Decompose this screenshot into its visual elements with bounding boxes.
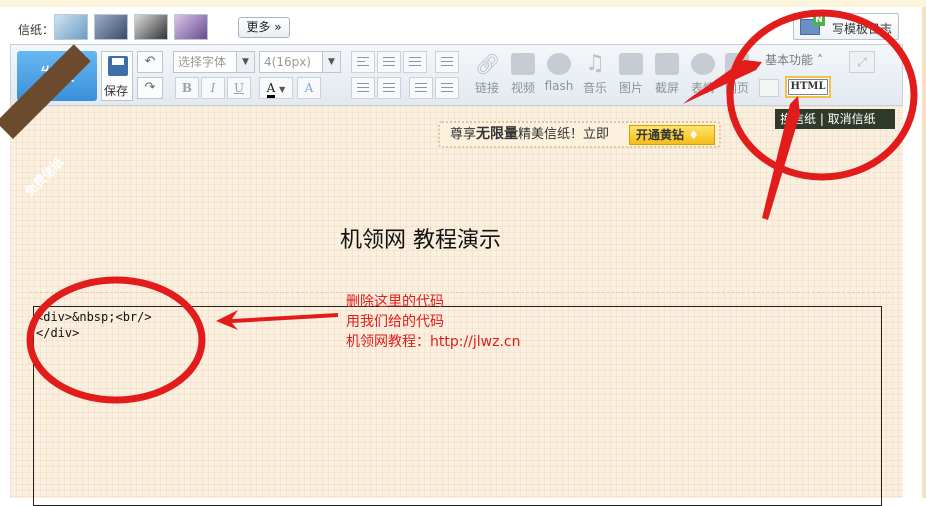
link-tool[interactable]: 🔗︎ 链接 xyxy=(469,51,505,103)
align-center-button[interactable] xyxy=(377,51,401,73)
editor-toolbar: 发表 保存 ↶ ↷ 选择字体 ▼ 4(16px) ▼ B I U A ▼ A xyxy=(10,44,903,106)
justify-button[interactable] xyxy=(435,51,459,73)
annotation-line: 删除这里的代码 xyxy=(346,294,444,310)
chevron-down-icon: ▼ xyxy=(236,52,254,72)
screenshot-tool[interactable]: 截屏 xyxy=(649,51,685,103)
font-color-label: A xyxy=(266,81,276,98)
template-icon xyxy=(800,14,825,35)
chevron-down-icon: ▼ xyxy=(322,52,340,72)
template-diary-label: 写模板日志 xyxy=(832,22,893,36)
paper-actions[interactable]: 换信纸 | 取消信纸 xyxy=(775,109,895,129)
expand-icon: ⤢ xyxy=(857,55,867,69)
unordered-list-button[interactable] xyxy=(377,77,401,99)
paper-thumb-2[interactable] xyxy=(94,14,128,40)
save-button[interactable]: 保存 xyxy=(101,51,133,101)
paper-thumb-4[interactable] xyxy=(174,14,208,40)
flash-label: flash xyxy=(544,79,574,93)
image-tool[interactable]: 图片 xyxy=(613,51,649,103)
chevron-up-icon: ˄ xyxy=(816,53,823,67)
word-icon xyxy=(725,53,749,75)
emoticon-label: 表情 xyxy=(690,81,715,95)
document-title[interactable]: 机领网 教程演示 xyxy=(340,222,501,254)
video-icon xyxy=(511,53,535,75)
more-papers-button[interactable]: 更多 » xyxy=(238,17,290,38)
webpage-label: 网页 xyxy=(724,81,749,95)
vip-promo-banner: 尊享无限量精美信纸！立即 开通黄钻 ♦ xyxy=(438,121,721,148)
indent-button[interactable] xyxy=(435,77,459,99)
annotation-note: 删除这里的代码 用我们给的代码 机领网教程：http://jlwz.cn xyxy=(346,292,521,352)
save-label: 保存 xyxy=(104,84,129,98)
html-mode-button[interactable]: HTML xyxy=(785,76,831,98)
save-icon xyxy=(108,56,128,76)
font-size-select[interactable]: 4(16px) ▼ xyxy=(259,51,341,73)
basic-features-toggle[interactable]: 基本功能 ˄ xyxy=(765,51,823,68)
ordered-list-button[interactable] xyxy=(351,77,375,99)
more-label: 更多 xyxy=(246,20,271,34)
promo-bold: 无限量 xyxy=(476,126,519,142)
font-size-value: 4(16px) xyxy=(264,55,311,69)
font-color-button[interactable]: A ▼ xyxy=(259,77,293,99)
annotation-line: 机领网教程：http://jlwz.cn xyxy=(346,334,521,350)
video-tool[interactable]: 视频 xyxy=(505,51,541,103)
paper-thumb-1[interactable] xyxy=(54,14,88,40)
open-vip-button[interactable]: 开通黄钻 ♦ xyxy=(629,125,715,145)
scissors-icon xyxy=(655,53,679,75)
top-strip xyxy=(0,0,926,7)
smiley-icon xyxy=(691,53,715,75)
basic-features-label: 基本功能 xyxy=(765,53,814,67)
promo-suffix: 精美信纸！立即 xyxy=(518,127,610,142)
paper-thumb-3[interactable] xyxy=(134,14,168,40)
music-icon: ♫ xyxy=(585,51,605,76)
image-label: 图片 xyxy=(618,81,643,95)
image-icon xyxy=(619,53,643,75)
align-right-button[interactable] xyxy=(403,51,427,73)
italic-button[interactable]: I xyxy=(201,77,225,99)
paper-label: 信纸： xyxy=(18,23,55,37)
promo-prefix: 尊享 xyxy=(450,127,477,142)
annotation-line: 用我们给的代码 xyxy=(346,314,444,330)
highlight-button[interactable]: A xyxy=(297,77,321,99)
link-icon: 🔗︎ xyxy=(475,52,501,76)
emoticon-tool[interactable]: 表情 xyxy=(685,51,721,103)
screenshot-label: 截屏 xyxy=(654,81,679,95)
font-family-select[interactable]: 选择字体 ▼ xyxy=(173,51,255,73)
clear-format-button[interactable] xyxy=(759,79,779,97)
editor-window: 信纸： 更多 » 写模板日志 发表 保存 ↶ ↷ 选择字体 ▼ 4(16px) … xyxy=(0,0,926,506)
music-label: 音乐 xyxy=(582,81,607,95)
template-diary-button[interactable]: 写模板日志 xyxy=(793,13,899,40)
html-label: HTML xyxy=(788,79,828,95)
underline-button[interactable]: U xyxy=(227,77,251,99)
flash-icon xyxy=(547,53,571,75)
diamond-icon: ♦ xyxy=(688,128,699,142)
undo-button[interactable]: ↶ xyxy=(137,51,163,73)
fullscreen-button[interactable]: ⤢ xyxy=(849,51,875,73)
webpage-tool[interactable]: 网页 xyxy=(719,51,755,103)
align-left-button[interactable] xyxy=(351,51,375,73)
free-paper-ribbon-label: 免费信纸 xyxy=(22,154,67,199)
flash-tool[interactable]: flash xyxy=(541,51,577,103)
video-label: 视频 xyxy=(510,81,535,95)
music-tool[interactable]: ♫ 音乐 xyxy=(577,51,613,103)
link-label: 链接 xyxy=(474,81,499,95)
chevron-down-icon: ▼ xyxy=(279,85,286,94)
bold-button[interactable]: B xyxy=(175,77,199,99)
vip-label: 开通黄钻 xyxy=(636,128,685,142)
font-family-value: 选择字体 xyxy=(178,55,227,69)
redo-button[interactable]: ↷ xyxy=(137,77,163,99)
paper-selector-bar: 信纸： 更多 » 写模板日志 xyxy=(10,10,903,44)
outdent-button[interactable] xyxy=(409,77,433,99)
chevron-down-icon: » xyxy=(274,20,282,34)
